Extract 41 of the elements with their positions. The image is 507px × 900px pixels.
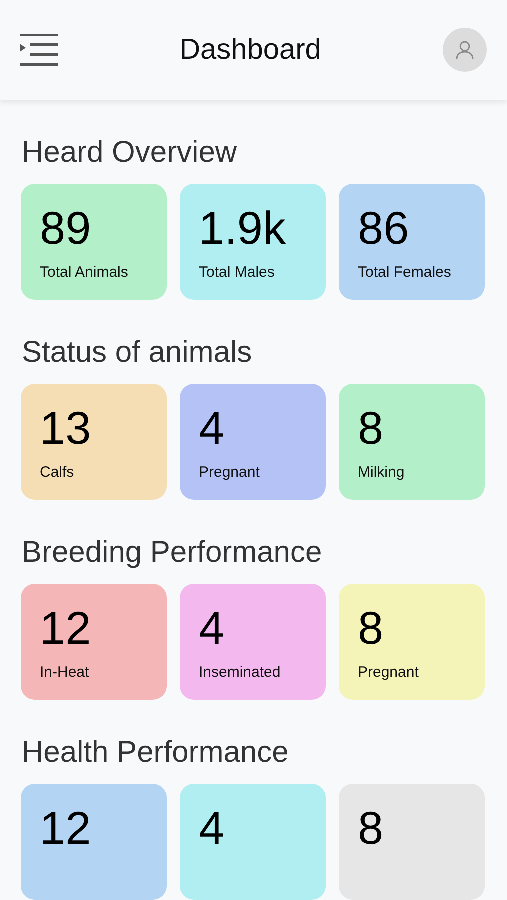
stat-card[interactable]: 4 xyxy=(180,784,326,900)
stat-value: 4 xyxy=(199,604,225,652)
stat-card[interactable]: 89 Total Animals xyxy=(21,184,167,300)
stat-value: 4 xyxy=(199,404,225,452)
stat-card[interactable]: 4 Inseminated xyxy=(180,584,326,700)
stat-card[interactable]: 8 Pregnant xyxy=(339,584,485,700)
stat-value: 13 xyxy=(40,404,92,452)
stat-value: 1.9k xyxy=(199,204,286,252)
stat-card[interactable]: 86 Total Females xyxy=(339,184,485,300)
menu-icon[interactable] xyxy=(20,34,58,66)
stat-value: 8 xyxy=(358,604,384,652)
section-title: Heard Overview xyxy=(22,135,238,171)
stat-label: Total Animals xyxy=(40,264,128,281)
avatar-button[interactable] xyxy=(443,28,487,72)
stat-card[interactable]: 12 xyxy=(21,784,167,900)
stat-value: 8 xyxy=(358,404,384,452)
page-title: Dashboard xyxy=(180,34,322,66)
stat-value: 12 xyxy=(40,604,92,652)
stat-label: Total Males xyxy=(199,264,275,281)
user-icon xyxy=(455,40,475,60)
stat-value: 8 xyxy=(358,804,384,852)
stat-label: Pregnant xyxy=(358,664,419,681)
stat-value: 86 xyxy=(358,204,410,252)
stat-label: Pregnant xyxy=(199,464,260,481)
stat-value: 89 xyxy=(40,204,92,252)
section-title: Breeding Performance xyxy=(22,535,324,571)
stat-card[interactable]: 4 Pregnant xyxy=(180,384,326,500)
stat-card[interactable]: 8 Milking xyxy=(339,384,485,500)
stat-label: Calfs xyxy=(40,464,74,481)
stat-card[interactable]: 8 xyxy=(339,784,485,900)
stat-label: Inseminated xyxy=(199,664,281,681)
stat-label: In-Heat xyxy=(40,664,90,681)
stat-card[interactable]: 13 Calfs xyxy=(21,384,167,500)
stat-value: 12 xyxy=(40,804,92,852)
stat-label: Milking xyxy=(358,464,405,481)
section-title: Health Performance xyxy=(22,735,290,771)
stat-value: 4 xyxy=(199,804,225,852)
stat-label: Total Females xyxy=(358,264,452,281)
stat-card[interactable]: 1.9k Total Males xyxy=(180,184,326,300)
stat-card[interactable]: 12 In-Heat xyxy=(21,584,167,700)
section-title: Status of animals xyxy=(22,335,254,371)
